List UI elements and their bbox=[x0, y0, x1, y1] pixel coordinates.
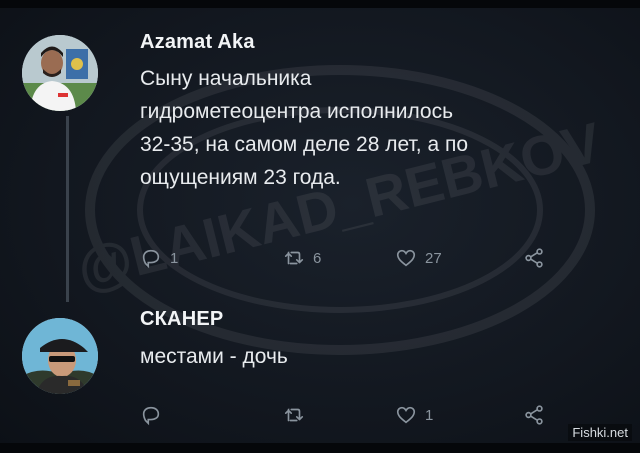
share-icon bbox=[525, 405, 543, 425]
tweet-text: местами - дочь bbox=[140, 340, 610, 373]
retweet-icon bbox=[284, 251, 304, 265]
author-name[interactable]: Azamat Aka bbox=[140, 31, 255, 54]
tweet-1[interactable]: Azamat Aka Сыну начальника гидрометеоцен… bbox=[0, 0, 640, 302]
tweet-line: гидрометеоцентра исполнилось bbox=[140, 100, 454, 123]
retweet-button[interactable] bbox=[283, 402, 313, 428]
tweet-line: местами - дочь bbox=[140, 345, 288, 368]
retweet-count: 6 bbox=[313, 249, 322, 267]
thread-connector bbox=[66, 116, 69, 302]
like-icon bbox=[396, 249, 416, 267]
tweet-text: Сыну начальника гидрометеоцентра исполни… bbox=[140, 62, 610, 194]
screenshot-frame: @LAIKAD_REBKOV Azamat Aka Сыну начальник… bbox=[0, 0, 640, 453]
tweet-actions: 1 bbox=[140, 402, 600, 428]
reply-button[interactable] bbox=[140, 402, 170, 428]
source-credit: Fishki.net bbox=[568, 424, 632, 441]
like-icon bbox=[396, 406, 416, 424]
like-button[interactable]: 1 bbox=[395, 402, 433, 428]
share-button[interactable] bbox=[523, 245, 545, 271]
tweet-line: 32-35, на самом деле 28 лет, а по bbox=[140, 133, 469, 156]
like-button[interactable]: 27 bbox=[395, 245, 442, 271]
like-count: 1 bbox=[425, 406, 434, 424]
author-name[interactable]: СКАНЕР bbox=[140, 308, 223, 331]
tweet-2[interactable]: СКАНЕР местами - дочь 1 bbox=[0, 290, 640, 440]
like-count: 27 bbox=[425, 249, 442, 267]
bottom-border bbox=[0, 443, 640, 453]
share-icon bbox=[525, 248, 543, 268]
avatar-photo bbox=[22, 35, 98, 111]
tweet-actions: 1 6 27 bbox=[140, 245, 600, 271]
share-button[interactable] bbox=[523, 402, 545, 428]
tweet-line: Сыну начальника bbox=[140, 67, 312, 90]
reply-icon bbox=[142, 249, 160, 269]
retweet-icon bbox=[284, 408, 304, 422]
avatar-photo bbox=[22, 318, 98, 394]
retweet-button[interactable]: 6 bbox=[283, 245, 321, 271]
tweet-line: ощущениям 23 года. bbox=[140, 166, 341, 189]
reply-icon bbox=[142, 406, 160, 426]
reply-count: 1 bbox=[170, 249, 179, 267]
avatar-azamat[interactable] bbox=[22, 35, 98, 111]
reply-button[interactable]: 1 bbox=[140, 245, 178, 271]
avatar-scanner[interactable] bbox=[22, 318, 98, 394]
